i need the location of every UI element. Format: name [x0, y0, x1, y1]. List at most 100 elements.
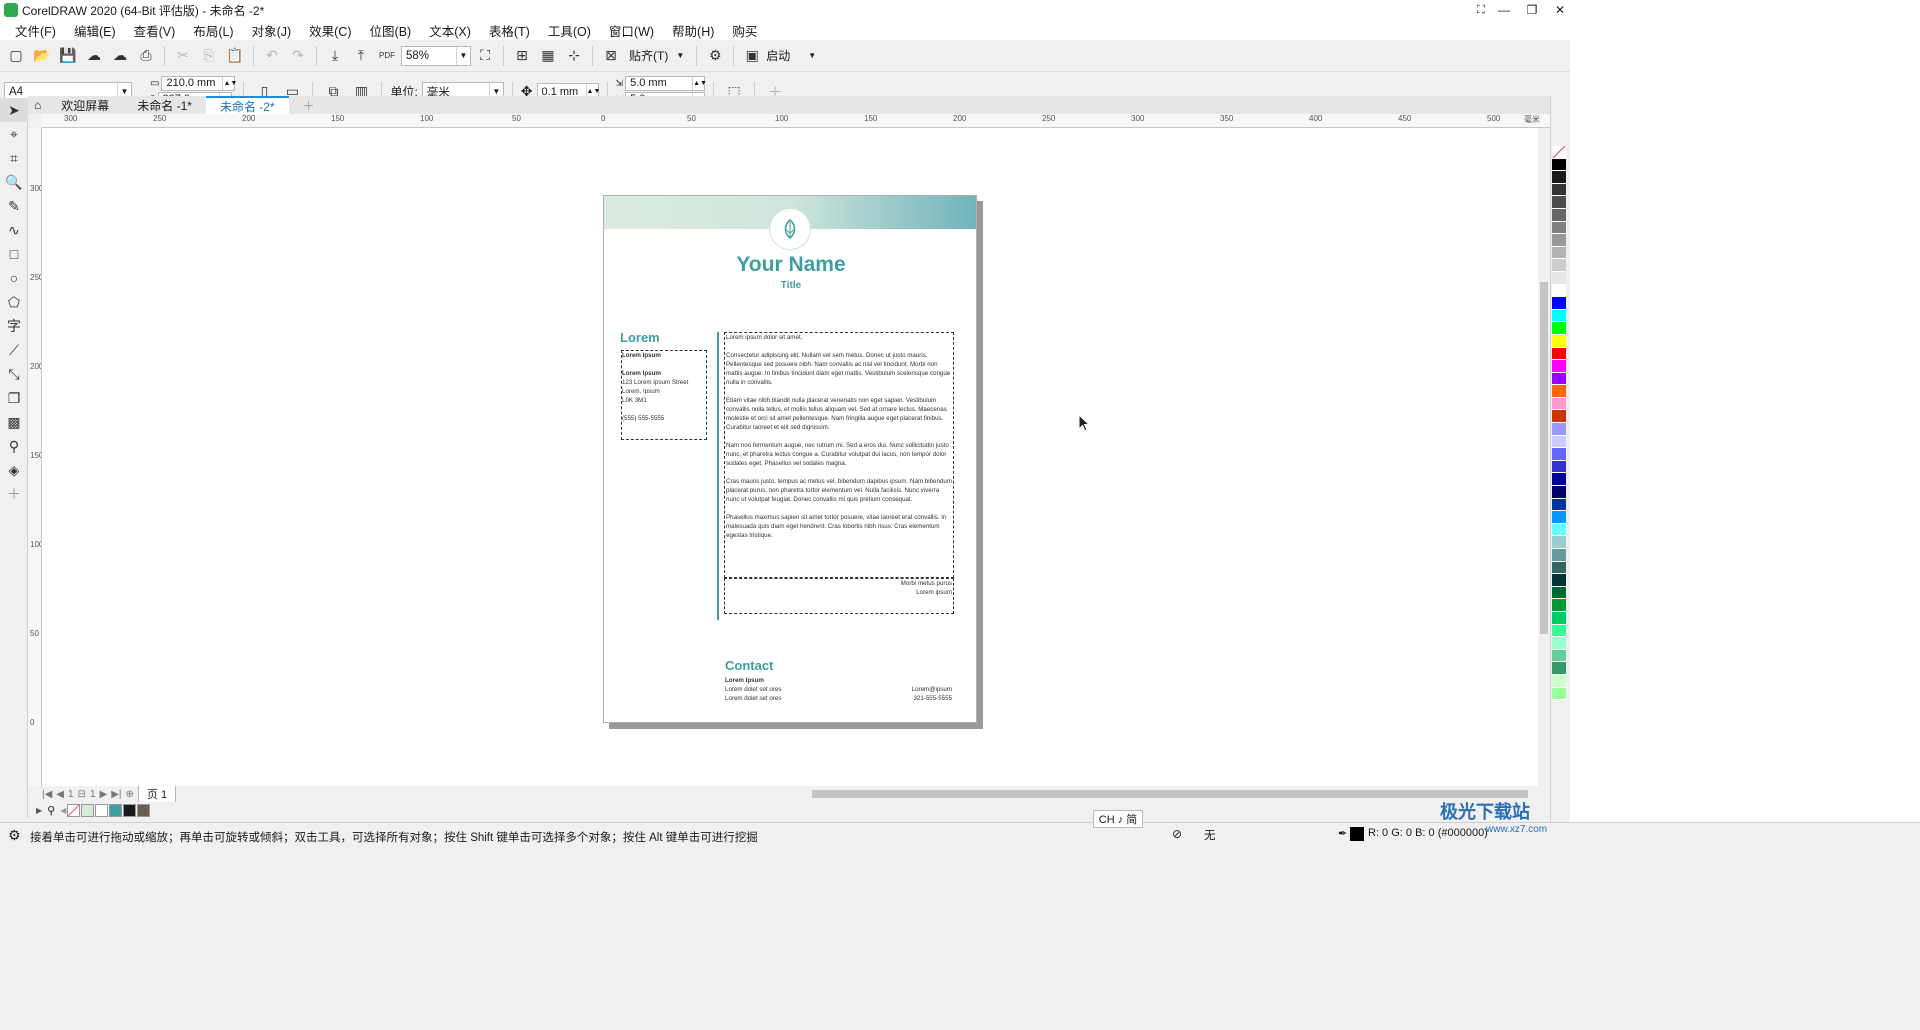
- close-icon[interactable]: ✕: [1546, 0, 1574, 20]
- palette-swatch[interactable]: [1552, 410, 1566, 424]
- palette-arrow-icon[interactable]: ▶: [36, 806, 42, 815]
- palette-swatch[interactable]: [1552, 284, 1566, 298]
- restore-icon[interactable]: ❐: [1518, 0, 1546, 20]
- leaf-logo-icon[interactable]: [769, 208, 811, 250]
- menu-effects[interactable]: 效果(C): [300, 21, 360, 40]
- print-icon[interactable]: ⎙: [134, 44, 158, 68]
- show-rulers-icon[interactable]: ⊞: [510, 44, 534, 68]
- snap-off-icon[interactable]: ⊠: [599, 44, 623, 68]
- signature-frame[interactable]: Morbi metus purus Lorem ipsum: [724, 578, 954, 614]
- palette-swatch[interactable]: [1552, 397, 1566, 411]
- palette-swatch[interactable]: [1552, 637, 1566, 650]
- rectangle-tool-icon[interactable]: □: [0, 242, 28, 266]
- spinner-icon[interactable]: ▲▼: [222, 77, 237, 90]
- left-heading[interactable]: Lorem: [620, 330, 660, 345]
- ime-indicator[interactable]: CH ♪ 简: [1093, 810, 1143, 828]
- eyedropper-icon[interactable]: ⚲: [0, 434, 28, 458]
- palette-swatch[interactable]: [1552, 271, 1566, 285]
- paste-icon[interactable]: 📋: [223, 44, 247, 68]
- new-document-icon[interactable]: ▢: [4, 44, 28, 68]
- status-gear-icon[interactable]: ⚙: [8, 827, 21, 844]
- open-icon[interactable]: 📂: [30, 44, 54, 68]
- menu-bitmaps[interactable]: 位图(B): [361, 21, 421, 40]
- palette-swatch[interactable]: [1552, 624, 1566, 638]
- polygon-tool-icon[interactable]: ⬠: [0, 290, 28, 314]
- launch-dropdown[interactable]: 启动: [766, 47, 790, 64]
- spinner-icon[interactable]: ▲▼: [692, 77, 707, 90]
- palette-swatch[interactable]: [1552, 599, 1566, 612]
- menu-layout[interactable]: 布局(L): [184, 21, 242, 40]
- palette-swatch[interactable]: [1552, 347, 1566, 361]
- palette-swatch[interactable]: [1552, 460, 1566, 474]
- palette-swatch[interactable]: [1552, 183, 1566, 197]
- undo-icon[interactable]: ↶: [260, 44, 284, 68]
- export-icon[interactable]: ⤒: [349, 44, 373, 68]
- zoom-level-select[interactable]: 58% ▼: [401, 45, 471, 66]
- palette-arrow-icon[interactable]: ◀: [60, 806, 66, 815]
- user-icon[interactable]: ⛶: [1472, 0, 1490, 20]
- palette-swatch-none[interactable]: [1552, 146, 1566, 159]
- palette-swatch[interactable]: [1552, 611, 1566, 625]
- vertical-scrollbar[interactable]: [1538, 128, 1550, 786]
- palette-swatch[interactable]: [1552, 385, 1566, 398]
- palette-swatch[interactable]: [1552, 523, 1566, 537]
- full-screen-icon[interactable]: ⛶: [473, 44, 497, 68]
- menu-table[interactable]: 表格(T): [480, 21, 539, 40]
- scrollbar-thumb[interactable]: [812, 790, 1528, 798]
- palette-swatch[interactable]: [1552, 473, 1566, 487]
- menu-view[interactable]: 查看(V): [125, 21, 185, 40]
- menu-text[interactable]: 文本(X): [420, 21, 480, 40]
- first-page-icon[interactable]: |◀: [42, 789, 52, 800]
- copy-icon[interactable]: ⎘: [197, 44, 221, 68]
- next-page-icon[interactable]: ▶: [100, 789, 108, 800]
- interactive-fill-icon[interactable]: ◈: [0, 458, 28, 482]
- menu-tools[interactable]: 工具(O): [539, 21, 600, 40]
- freehand-tool-icon[interactable]: ✎: [0, 194, 28, 218]
- palette-swatch[interactable]: [1552, 372, 1566, 386]
- swatch[interactable]: [109, 803, 123, 817]
- cut-icon[interactable]: ✂: [171, 44, 195, 68]
- menu-buy[interactable]: 购买: [723, 21, 766, 40]
- palette-swatch[interactable]: [1552, 221, 1566, 235]
- tab-welcome[interactable]: 欢迎屏幕: [47, 96, 123, 114]
- swatch[interactable]: [81, 803, 95, 817]
- swatch-none[interactable]: [67, 803, 81, 817]
- palette-swatch[interactable]: [1552, 208, 1566, 222]
- palette-swatch[interactable]: [1552, 486, 1566, 499]
- palette-swatch[interactable]: [1552, 561, 1566, 575]
- tab-untitled-1[interactable]: 未命名 -1*: [123, 96, 206, 114]
- save-icon[interactable]: 💾: [56, 44, 80, 68]
- import-icon[interactable]: ⤓: [323, 44, 347, 68]
- home-icon[interactable]: ⌂: [28, 96, 47, 114]
- palette-swatch[interactable]: [1552, 297, 1566, 310]
- palette-swatch[interactable]: [1552, 423, 1566, 436]
- cloud-download-icon[interactable]: ☁: [82, 44, 106, 68]
- options-gear-icon[interactable]: ⚙: [703, 44, 727, 68]
- swatch[interactable]: [95, 803, 109, 817]
- palette-swatch[interactable]: [1552, 674, 1566, 688]
- tab-untitled-2[interactable]: 未命名 -2*: [205, 96, 289, 114]
- add-tool-icon[interactable]: ＋: [0, 482, 28, 506]
- outline-pen-icon[interactable]: ✒: [1338, 827, 1347, 840]
- palette-swatch[interactable]: [1552, 196, 1566, 209]
- prev-page-icon[interactable]: ◀: [56, 789, 64, 800]
- palette-swatch[interactable]: [1552, 360, 1566, 373]
- horizontal-scrollbar[interactable]: [798, 787, 1540, 801]
- parallel-dimension-icon[interactable]: ⟋: [0, 338, 28, 362]
- menu-file[interactable]: 文件(F): [6, 21, 65, 40]
- document-page[interactable]: Your Name Title Lorem Lorem Ipsum Lorem …: [603, 195, 977, 723]
- palette-swatch[interactable]: [1552, 549, 1566, 562]
- zoom-tool-icon[interactable]: 🔍: [0, 170, 28, 194]
- swatch[interactable]: [123, 803, 137, 817]
- scrollbar-thumb[interactable]: [1540, 282, 1548, 634]
- body-text-frame[interactable]: Lorem ipsum dolor sit amet, Consectetur …: [724, 332, 954, 578]
- outline-color-swatch[interactable]: [1350, 827, 1364, 841]
- palette-swatch[interactable]: [1552, 574, 1566, 587]
- menu-edit[interactable]: 编辑(E): [65, 21, 125, 40]
- palette-swatch[interactable]: [1552, 259, 1566, 272]
- fill-none-icon[interactable]: ⊘: [1172, 827, 1182, 841]
- doc-name[interactable]: Your Name: [604, 253, 976, 277]
- artistic-media-icon[interactable]: ∿: [0, 218, 28, 242]
- palette-swatch[interactable]: [1552, 649, 1566, 663]
- pick-tool-icon[interactable]: ➤: [0, 98, 28, 122]
